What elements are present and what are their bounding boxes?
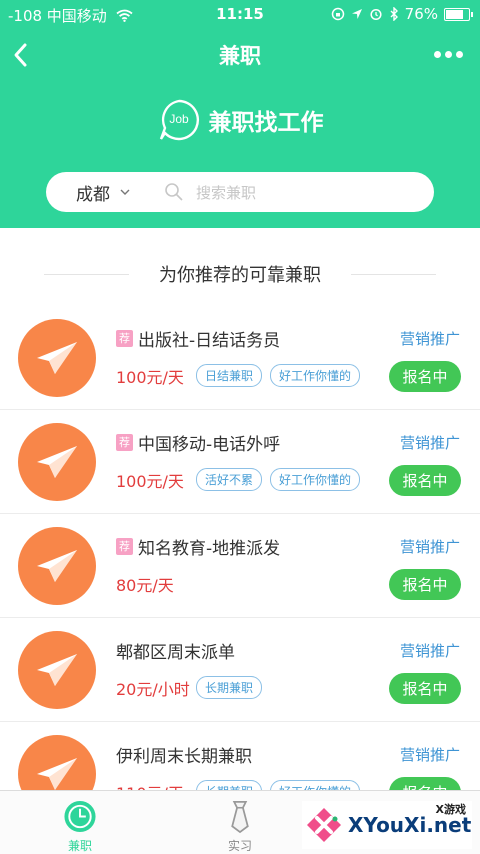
search-icon	[165, 183, 183, 201]
job-list-item[interactable]: 荐出版社-日结话务员 100元/天 日结兼职 好工作你懂的 营销推广 报名中	[0, 306, 480, 410]
search-bar: 成都 搜索兼职	[46, 172, 434, 212]
clock-icon	[64, 800, 96, 833]
apply-button[interactable]: 报名中	[389, 569, 461, 600]
battery-icon	[444, 7, 473, 21]
job-tags: 长期兼职	[196, 676, 263, 699]
tab-internship[interactable]: 实习	[160, 791, 320, 854]
bluetooth-icon	[390, 7, 398, 21]
watermark-logo-icon	[307, 808, 341, 842]
tab-parttime[interactable]: 兼职	[0, 791, 160, 854]
recommend-badge: 荐	[116, 434, 133, 451]
status-icons: 76%	[331, 5, 473, 23]
job-list-item[interactable]: 荐知名教育-地推派发 80元/天 营销推广 报名中	[0, 514, 480, 618]
job-title-text: 中国移动-电话外呼	[138, 435, 281, 455]
header: 兼职 Job 兼职找工作 成都 搜索兼职	[0, 28, 480, 228]
alarm-icon	[370, 8, 382, 21]
job-title: 荐出版社-日结话务员	[116, 326, 280, 351]
job-title: 荐中国移动-电话外呼	[116, 430, 280, 455]
paper-plane-icon	[37, 654, 77, 686]
job-category: 营销推广	[399, 538, 460, 556]
job-tags: 活好不累 好工作你懂的	[196, 468, 361, 491]
location-icon	[351, 9, 362, 19]
status-bar: -108 中国移动 11:15 76%	[0, 0, 480, 28]
job-category: 营销推广	[399, 746, 460, 764]
job-title: 伊利周末长期兼职	[116, 742, 252, 767]
job-list-item[interactable]: 郫都区周末派单 20元/小时 长期兼职 营销推广 报名中	[0, 618, 480, 722]
logo-text: Job	[169, 112, 189, 126]
job-avatar	[18, 631, 96, 709]
job-tags: 日结兼职 好工作你懂的	[196, 364, 361, 387]
apply-button[interactable]: 报名中	[389, 673, 461, 704]
job-tag: 活好不累	[196, 468, 263, 491]
recommend-badge: 荐	[116, 330, 133, 347]
job-avatar	[18, 319, 96, 397]
job-title-text: 伊利周末长期兼职	[116, 747, 252, 767]
paper-plane-icon	[37, 446, 77, 478]
job-title-text: 知名教育-地推派发	[138, 539, 281, 559]
job-logo-icon: Job	[159, 99, 199, 141]
job-category: 营销推广	[399, 642, 460, 660]
watermark-subtitle: X游戏	[435, 803, 466, 816]
tie-icon	[231, 801, 249, 834]
more-options-icon[interactable]	[434, 46, 464, 62]
job-salary: 100元/天	[116, 472, 184, 491]
divider-right	[351, 274, 436, 275]
job-avatar	[18, 527, 96, 605]
page-title: 兼职	[219, 44, 261, 68]
job-salary: 80元/天	[116, 576, 174, 595]
search-placeholder: 搜索兼职	[196, 183, 257, 202]
job-list-item[interactable]: 荐中国移动-电话外呼 100元/天 活好不累 好工作你懂的 营销推广 报名中	[0, 410, 480, 514]
paper-plane-icon	[37, 758, 77, 790]
apply-button[interactable]: 报名中	[389, 465, 461, 496]
rotation-lock-icon	[331, 7, 344, 21]
watermark: XYouXi.net X游戏	[302, 801, 472, 849]
job-title: 郫都区周末派单	[116, 638, 235, 663]
job-avatar	[18, 423, 96, 501]
job-category: 营销推广	[399, 434, 460, 452]
tab-label: 实习	[227, 839, 252, 853]
job-list: 荐出版社-日结话务员 100元/天 日结兼职 好工作你懂的 营销推广 报名中 荐中…	[0, 306, 480, 826]
city-label: 成都	[76, 184, 110, 205]
job-category: 营销推广	[399, 330, 460, 348]
paper-plane-icon	[37, 342, 77, 374]
chevron-down-icon	[120, 189, 130, 195]
job-title-text: 郫都区周末派单	[116, 643, 235, 663]
job-title: 荐知名教育-地推派发	[116, 534, 280, 559]
job-tag: 好工作你懂的	[270, 468, 361, 491]
city-selector[interactable]: 成都	[76, 180, 130, 205]
job-tag: 日结兼职	[196, 364, 263, 387]
brand: Job 兼职找工作	[0, 98, 480, 142]
apply-button[interactable]: 报名中	[389, 361, 461, 392]
section-heading: 为你推荐的可靠兼职	[0, 258, 480, 290]
paper-plane-icon	[37, 550, 77, 582]
job-salary: 20元/小时	[116, 680, 190, 699]
brand-title: 兼职找工作	[208, 110, 324, 136]
job-tag: 长期兼职	[196, 676, 263, 699]
recommend-badge: 荐	[116, 538, 133, 555]
tab-label: 兼职	[67, 839, 92, 853]
job-title-text: 出版社-日结话务员	[138, 331, 281, 351]
search-input[interactable]: 搜索兼职	[164, 182, 256, 203]
job-salary: 100元/天	[116, 368, 184, 387]
job-tag: 好工作你懂的	[270, 364, 361, 387]
battery-percent: 76%	[404, 5, 438, 23]
